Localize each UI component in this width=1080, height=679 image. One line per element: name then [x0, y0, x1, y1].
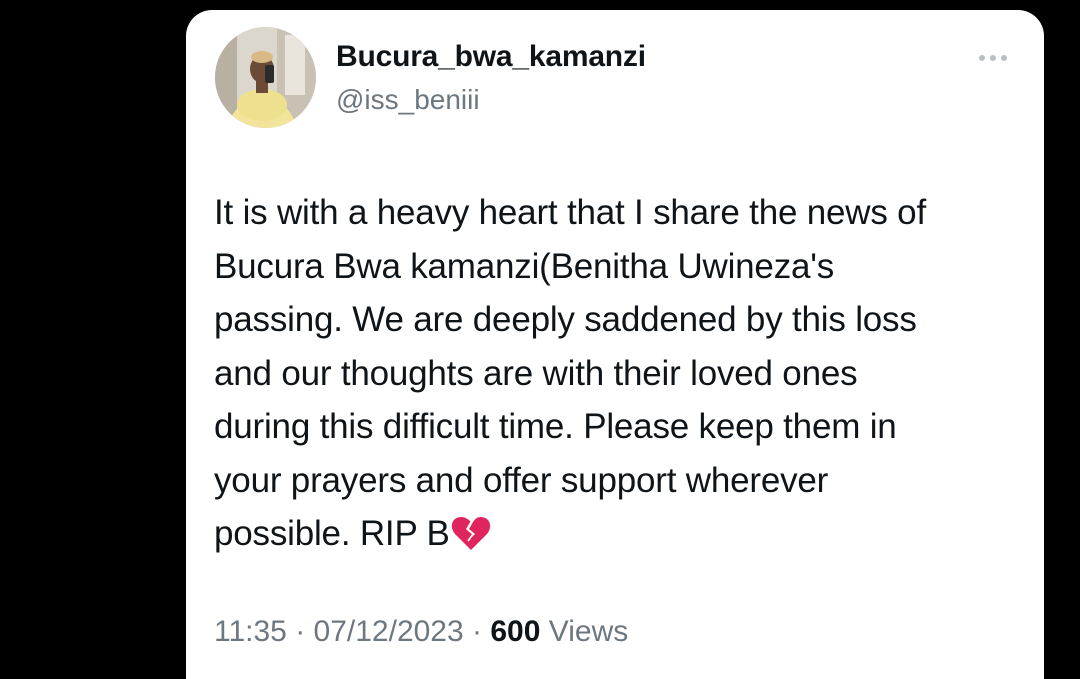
- tweet-date[interactable]: 07/12/2023: [314, 615, 464, 648]
- views-label: Views: [540, 615, 629, 648]
- tweet-text: It is with a heavy heart that I share th…: [214, 186, 1034, 567]
- profile-photo-icon: [215, 27, 316, 128]
- tweet-metadata: 11:35 · 07/12/2023 · 600 Views: [214, 615, 628, 649]
- tweet-text-line: passing. We are deeply saddened by this …: [214, 300, 917, 339]
- broken-heart-icon: [451, 513, 491, 567]
- tweet-card: Bucura_bwa_kamanzi @iss_beniii It is wit…: [186, 10, 1044, 679]
- separator: ·: [463, 615, 491, 648]
- avatar[interactable]: [215, 27, 316, 128]
- display-name[interactable]: Bucura_bwa_kamanzi: [336, 40, 646, 74]
- tweet-text-line: Bucura Bwa kamanzi(Benitha Uwineza's: [214, 246, 835, 286]
- tweet-text-line: and our thoughts are with their loved on…: [214, 353, 858, 393]
- tweet-text-line: your prayers and offer support wherever: [214, 460, 829, 500]
- tweet-text-last-line: possible. RIP B: [214, 507, 1034, 567]
- tweet-time[interactable]: 11:35: [214, 615, 287, 648]
- more-dot-icon: [979, 55, 985, 61]
- tweet-text-line: possible. RIP B: [214, 514, 450, 553]
- separator: ·: [286, 615, 314, 648]
- views-count: 600: [490, 615, 541, 648]
- more-dot-icon: [990, 55, 996, 61]
- more-dot-icon: [1001, 55, 1007, 61]
- more-options-button[interactable]: [973, 46, 1013, 70]
- user-handle[interactable]: @iss_beniii: [336, 84, 480, 116]
- tweet-text-line: during this difficult time. Please keep …: [214, 407, 897, 446]
- tweet-text-line: It is with a heavy heart that I share th…: [214, 193, 926, 232]
